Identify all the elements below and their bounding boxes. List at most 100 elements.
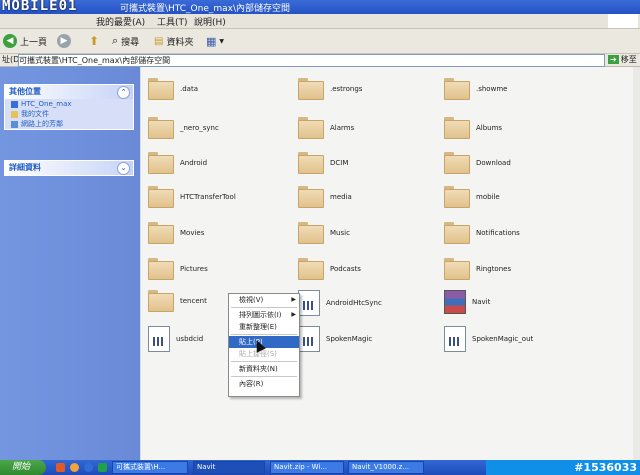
file-item[interactable]: AndroidHtcSync	[298, 290, 382, 316]
taskbar-button[interactable]: 可攜式裝置\H...	[112, 461, 188, 474]
address-field[interactable]: 可攜式裝置\HTC_One_max\內部儲存空間	[18, 54, 605, 67]
views-button[interactable]: ▦ ▼	[206, 33, 224, 49]
ie-icon[interactable]	[84, 463, 93, 472]
search-icon: ⌕	[112, 34, 119, 47]
file-item[interactable]: tencent	[148, 290, 207, 312]
context-menu-label: 排列圖示依(I)	[239, 311, 282, 319]
folder-icon	[148, 152, 174, 174]
context-menu-item: 貼上捷徑(S)	[229, 348, 299, 360]
file-item[interactable]: Download	[444, 152, 511, 174]
taskbar-button[interactable]: Navit_V1000.z...	[348, 461, 424, 474]
menu-bar: 我的最愛(A) 工具(T) 說明(H)	[0, 14, 640, 29]
menu-item-2[interactable]: 說明(H)	[194, 15, 226, 28]
file-item[interactable]: Ringtones	[444, 258, 511, 280]
file-name: AndroidHtcSync	[326, 299, 382, 307]
context-menu-label: 重新整理(E)	[239, 323, 277, 331]
context-menu-item[interactable]: 排列圖示依(I) ▶	[229, 309, 299, 321]
place-my-documents-label: 我的文件	[21, 110, 49, 118]
file-name: Podcasts	[330, 265, 361, 273]
file-icon	[298, 326, 320, 352]
taskbar-button[interactable]: Navit.zip - Wi...	[270, 461, 344, 474]
media-icon[interactable]	[98, 463, 107, 472]
folders-label: 資料夾	[166, 37, 194, 48]
folders-button[interactable]: ▤ 資料夾	[154, 33, 193, 49]
folder-icon	[148, 117, 174, 139]
place-my-documents[interactable]: 我的文件	[5, 109, 133, 119]
file-item[interactable]: _nero_sync	[148, 117, 219, 139]
file-item[interactable]: .estrongs	[298, 78, 362, 100]
place-network[interactable]: 網路上的芳鄰	[5, 119, 133, 129]
file-item[interactable]: Notifications	[444, 222, 520, 244]
file-name: Pictures	[180, 265, 208, 273]
file-item[interactable]: SpokenMagic	[298, 326, 372, 352]
place-htc-label: HTC_One_max	[21, 100, 72, 108]
file-item[interactable]: .data	[148, 78, 198, 100]
file-item[interactable]: .showme	[444, 78, 507, 100]
file-name: Download	[476, 159, 511, 167]
menu-item-1[interactable]: 工具(T)	[157, 15, 188, 28]
folder-icon	[148, 258, 174, 280]
file-name: Alarms	[330, 124, 355, 132]
up-folder-button[interactable]: ⬆	[89, 33, 99, 49]
file-item[interactable]: Pictures	[148, 258, 208, 280]
back-button[interactable]: ◀ 上一頁	[3, 33, 47, 49]
collapse-icon[interactable]: ⌃	[117, 86, 130, 99]
file-item[interactable]: Android	[148, 152, 207, 174]
task-pane: 其他位置 ⌃ HTC_One_max 我的文件 網路上的芳鄰 詳細資料 ⌄	[0, 67, 140, 460]
taskbar-button[interactable]: Navit	[193, 461, 265, 474]
details-title: 詳細資料	[9, 163, 41, 172]
file-item[interactable]: mobile	[444, 186, 500, 208]
context-menu-item[interactable]: 新資料夾(N)	[229, 363, 299, 375]
file-grid-glyph	[153, 337, 165, 346]
submenu-arrow-icon: ▶	[291, 296, 296, 303]
file-item[interactable]: SpokenMagic_out	[444, 326, 533, 352]
forward-button[interactable]: ▶	[57, 33, 71, 49]
file-item[interactable]: Movies	[148, 222, 204, 244]
file-item[interactable]: Alarms	[298, 117, 354, 139]
file-item[interactable]: Albums	[444, 117, 502, 139]
folder-icon	[444, 78, 470, 100]
submenu-arrow-icon: ▶	[291, 311, 296, 318]
file-item[interactable]: Podcasts	[298, 258, 361, 280]
other-places-header[interactable]: 其他位置 ⌃	[5, 85, 133, 99]
file-name: Android	[180, 159, 208, 167]
context-menu-item[interactable]: 檢視(V) ▶	[229, 294, 299, 306]
context-menu-item[interactable]: 重新整理(E)	[229, 321, 299, 333]
place-htc[interactable]: HTC_One_max	[5, 99, 133, 109]
network-icon	[11, 120, 18, 128]
file-item[interactable]: Music	[298, 222, 350, 244]
file-name: Notifications	[476, 229, 520, 237]
address-path: 可攜式裝置\HTC_One_max\內部儲存空間	[19, 56, 171, 65]
file-item[interactable]: HTCTransferTool	[148, 186, 236, 208]
folder-icon	[444, 222, 470, 244]
menu-separator	[231, 334, 297, 335]
scrollbar[interactable]	[633, 67, 640, 460]
folder-icon	[444, 117, 470, 139]
window-title: 可攜式裝置\HTC_One_max\內部儲存空間	[120, 4, 291, 14]
file-name: HTCTransferTool	[180, 193, 236, 201]
taskbar: 開始 可攜式裝置\H... Navit Navit.zip - Wi... Navit…	[0, 460, 640, 475]
context-menu-item[interactable]: 內容(R)	[229, 378, 299, 390]
start-button[interactable]: 開始	[0, 460, 46, 475]
views-icon: ▦	[206, 34, 217, 48]
file-item[interactable]: usbdcid	[148, 326, 203, 352]
file-item[interactable]: Navit	[444, 290, 490, 314]
file-item[interactable]: DCIM	[298, 152, 348, 174]
folder-icon	[148, 186, 174, 208]
file-item[interactable]: media	[298, 186, 352, 208]
file-name: Movies	[180, 229, 205, 237]
place-network-label: 網路上的芳鄰	[21, 120, 63, 128]
menu-item-0[interactable]: 我的最愛(A)	[96, 15, 145, 28]
quicklaunch-icon[interactable]	[56, 463, 65, 472]
go-button[interactable]: ➔ 移至	[608, 54, 637, 65]
search-button[interactable]: ⌕ 搜尋	[112, 33, 139, 49]
title-bar: MOBILE01 可攜式裝置\HTC_One_max\內部儲存空間	[0, 0, 640, 14]
folder-icon	[298, 222, 324, 244]
expand-icon[interactable]: ⌄	[117, 162, 130, 175]
details-header[interactable]: 詳細資料 ⌄	[5, 161, 133, 175]
menu-separator	[231, 376, 297, 377]
firefox-icon[interactable]	[70, 463, 79, 472]
file-grid-glyph	[449, 337, 461, 346]
go-label: 移至	[620, 55, 637, 64]
folder-icon	[444, 186, 470, 208]
